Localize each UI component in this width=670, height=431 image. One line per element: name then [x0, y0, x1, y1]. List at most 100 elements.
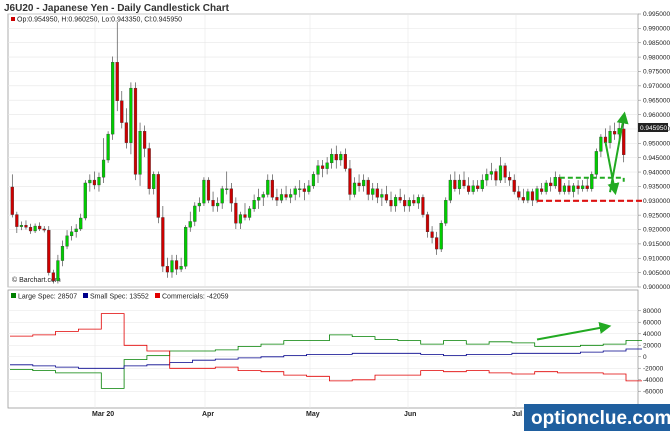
candle-body	[56, 260, 60, 281]
candle	[439, 220, 443, 252]
watermark-text: optionclue.com	[531, 408, 670, 429]
candle-body	[416, 197, 420, 204]
candle-body	[393, 197, 398, 207]
candle-body	[42, 228, 46, 231]
candle-body	[585, 185, 589, 189]
candle-body	[444, 200, 448, 224]
candle-body	[202, 179, 206, 204]
candle-body	[211, 200, 215, 207]
candle-body	[266, 179, 270, 195]
candle-body	[599, 136, 603, 152]
candle-body	[539, 188, 544, 192]
candle-body	[70, 231, 74, 237]
candle	[147, 142, 151, 195]
candle-body	[425, 214, 430, 233]
cot-tick-label: 80000	[643, 308, 661, 315]
candle-body	[60, 246, 65, 261]
candle-body	[362, 179, 366, 187]
price-tick-label: 0.920000	[643, 227, 670, 234]
candle-body	[544, 182, 548, 192]
candle-body	[389, 200, 393, 207]
price-tick-label: 0.950000	[643, 141, 670, 148]
candle-body	[289, 194, 293, 198]
candle-body	[558, 177, 562, 192]
candle-body	[152, 174, 156, 189]
candle-body	[184, 227, 188, 267]
small-spec-swatch	[83, 293, 88, 298]
candle-body	[243, 214, 247, 218]
candle-body	[549, 182, 553, 187]
price-tick-label: 0.980000	[643, 54, 670, 61]
candle	[47, 226, 51, 276]
candle-body	[97, 177, 101, 186]
candle-body	[489, 171, 493, 175]
candle-body	[133, 87, 138, 175]
candle-body	[339, 154, 343, 161]
candle-body	[279, 194, 284, 201]
candle	[111, 56, 115, 140]
candle-body	[567, 185, 571, 192]
candle-body	[371, 188, 375, 195]
price-tick-label: 0.940000	[643, 169, 670, 176]
ohlc-readout: Op:0.954950, H:0.960250, Lo:0.943350, Cl…	[17, 17, 182, 24]
candle-body	[24, 225, 28, 228]
legend-commercials: Commercials: -42059	[162, 294, 229, 301]
candle-body	[124, 122, 128, 143]
candle-body	[257, 197, 261, 201]
candle-body	[229, 188, 233, 204]
candle-body	[302, 188, 306, 192]
candle-body	[138, 131, 142, 175]
candle-body	[161, 217, 165, 267]
candle-body	[307, 185, 311, 192]
candle-body	[238, 214, 243, 224]
cot-tick-label: 0	[643, 354, 647, 361]
chart-title: J6U20 - Japanese Yen - Daily Candlestick…	[4, 3, 230, 14]
price-tick-label: 0.975000	[643, 69, 670, 76]
candle-body	[384, 194, 389, 201]
candle-body	[366, 179, 370, 195]
candle-body	[74, 228, 78, 233]
price-tick-label: 0.915000	[643, 241, 670, 248]
candle-body	[348, 168, 352, 195]
last-price-label: 0.945950	[640, 125, 667, 132]
candle	[156, 171, 160, 224]
x-axis: Mar 20 Apr May Jun Jul	[92, 411, 522, 418]
candle-body	[275, 197, 279, 201]
cot-panel	[7, 289, 639, 409]
candle-body	[581, 185, 585, 189]
candle-body	[398, 197, 402, 201]
candle-body	[115, 62, 119, 101]
candle-body	[19, 225, 23, 227]
candle-body	[225, 188, 229, 190]
price-tick-label: 0.945000	[643, 155, 670, 162]
price-tick-label: 0.985000	[643, 40, 670, 47]
candle-body	[380, 194, 384, 198]
candle-body	[320, 165, 325, 169]
price-tick-label: 0.970000	[643, 83, 670, 90]
candle-body	[197, 202, 201, 207]
candle-body	[193, 205, 197, 222]
candle-body	[206, 179, 211, 201]
candle-body	[508, 177, 512, 181]
candle-body	[343, 154, 347, 169]
candle-body	[129, 87, 133, 143]
price-tick-label: 0.990000	[643, 26, 670, 33]
candle	[594, 148, 598, 178]
cot-y-axis: 80000 60000 40000 20000 0 -20000 -40000 -60000	[638, 308, 664, 395]
watermark: optionclue.com	[524, 404, 670, 431]
candle-body	[65, 235, 69, 247]
candle-body	[498, 165, 503, 181]
candle-body	[535, 188, 539, 201]
candle	[83, 180, 87, 221]
candle-body	[316, 165, 320, 175]
candle-body	[448, 179, 452, 201]
x-label-may: May	[306, 411, 320, 418]
price-tick-label: 0.935000	[643, 184, 670, 191]
chart-canvas: J6U20 - Japanese Yen - Daily Candlestick…	[4, 3, 670, 431]
candle-body	[106, 133, 110, 161]
candle-body	[101, 159, 106, 178]
price-tick-label: 0.910000	[643, 255, 670, 262]
candle-body	[216, 202, 220, 207]
x-label-jul: Jul	[512, 411, 522, 418]
cot-tick-label: -20000	[643, 365, 664, 372]
